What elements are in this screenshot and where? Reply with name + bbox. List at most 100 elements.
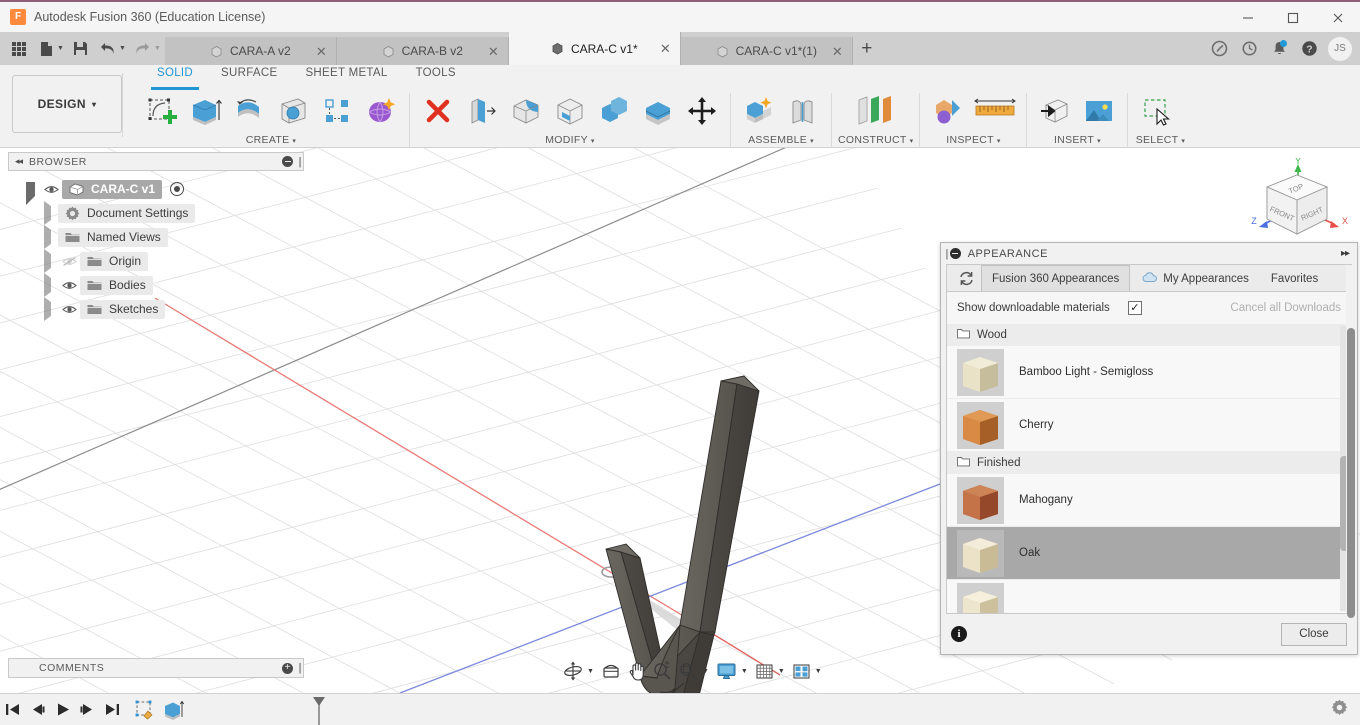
form-icon[interactable] <box>359 89 403 133</box>
dialog-expand-icon[interactable]: ▸▸ <box>1341 248 1357 259</box>
save-icon[interactable] <box>68 36 94 62</box>
offset-plane-icon[interactable] <box>844 89 908 133</box>
material-row-cherry[interactable]: Cherry <box>947 399 1351 452</box>
expand-arrow-icon[interactable] <box>26 182 40 205</box>
fillet-icon[interactable] <box>504 89 548 133</box>
recent-icon[interactable] <box>1234 32 1264 65</box>
redo-icon[interactable] <box>130 36 156 62</box>
chevron-down-icon[interactable]: ▾ <box>292 138 296 145</box>
expand-arrow-icon[interactable] <box>44 225 58 249</box>
chevron-down-icon[interactable]: ▾ <box>810 138 814 145</box>
timeline-step-back-icon[interactable] <box>25 697 50 723</box>
eye-icon[interactable] <box>58 280 80 291</box>
delete-icon[interactable] <box>416 89 460 133</box>
expand-arrow-icon[interactable] <box>44 297 58 321</box>
document-tab-close-icon[interactable]: ✕ <box>316 45 327 58</box>
undo-icon[interactable] <box>95 36 121 62</box>
appearance-tab-favorites[interactable]: Favorites <box>1260 265 1329 291</box>
material-row-partial[interactable] <box>947 580 1351 613</box>
material-row-mahogany[interactable]: Mahogany <box>947 474 1351 527</box>
orbit-icon[interactable] <box>560 658 586 684</box>
new-component-icon[interactable] <box>737 89 781 133</box>
dialog-grip-icon[interactable]: || <box>945 248 948 260</box>
hole-icon[interactable] <box>271 89 315 133</box>
chevron-down-icon[interactable]: ▾ <box>591 138 595 145</box>
timeline-play-icon[interactable] <box>50 697 75 723</box>
comments-panel[interactable]: COMMENTS + || <box>8 658 304 678</box>
rectangular-pattern-icon[interactable] <box>315 89 359 133</box>
document-tab-close-icon[interactable]: ✕ <box>660 42 671 55</box>
document-tab-close-icon[interactable]: ✕ <box>832 45 843 58</box>
fit-icon[interactable] <box>675 658 701 684</box>
ribbon-tab-solid[interactable]: SOLID <box>143 67 207 90</box>
add-comment-icon[interactable]: + <box>282 662 294 674</box>
timeline-jump-start-icon[interactable] <box>0 697 25 723</box>
document-tab-0[interactable]: CARA-A v2 ✕ <box>164 37 337 65</box>
select-window-icon[interactable] <box>1134 89 1186 133</box>
info-icon[interactable]: i <box>951 626 967 642</box>
appearance-title-bar[interactable]: || APPEARANCE ▸▸ <box>941 243 1357 264</box>
appearance-tab-my-appearances[interactable]: My Appearances <box>1130 265 1260 291</box>
canvas-image-icon[interactable] <box>1077 89 1121 133</box>
material-row-bamboo-light-semigloss[interactable]: Bamboo Light - Semigloss <box>947 346 1351 399</box>
browser-minimize-icon[interactable] <box>282 156 294 167</box>
document-tab-close-icon[interactable]: ✕ <box>488 45 499 58</box>
gear-icon[interactable] <box>1331 699 1348 721</box>
browser-grip-icon[interactable]: || <box>298 156 301 168</box>
chevron-down-icon[interactable]: ▾ <box>1097 138 1101 145</box>
viewports-icon[interactable] <box>789 658 814 684</box>
display-settings-icon[interactable] <box>713 658 740 684</box>
document-tab-2[interactable]: CARA-C v1* ✕ <box>508 32 681 65</box>
browser-item-pill[interactable]: Sketches <box>80 299 166 319</box>
ribbon-tab-surface[interactable]: SURFACE <box>207 67 291 87</box>
offset-face-icon[interactable] <box>636 89 680 133</box>
ribbon-tab-sheet-metal[interactable]: SHEET METAL <box>291 67 401 87</box>
expand-arrow-icon[interactable] <box>44 201 58 225</box>
dialog-scroll-thumb[interactable] <box>1347 328 1355 618</box>
undo-caret-icon[interactable]: ▼ <box>119 45 126 52</box>
timeline-jump-end-icon[interactable] <box>100 697 125 723</box>
eye-icon[interactable] <box>58 304 80 315</box>
zoom-icon[interactable] <box>649 658 675 684</box>
create-sketch-icon[interactable] <box>139 89 183 133</box>
shell-icon[interactable] <box>548 89 592 133</box>
dialog-scrollbar[interactable] <box>1346 265 1356 618</box>
timeline-sketch-feature[interactable] <box>131 697 159 723</box>
expand-arrow-icon[interactable] <box>44 249 58 273</box>
material-group-header[interactable]: Finished <box>947 452 1351 474</box>
eye-off-icon[interactable] <box>58 256 80 267</box>
chevron-down-icon[interactable]: ▾ <box>910 138 914 145</box>
help-icon[interactable]: ? <box>1294 32 1324 65</box>
timeline-end-marker[interactable] <box>311 696 325 725</box>
redo-caret-icon[interactable]: ▼ <box>154 45 161 52</box>
grid-snaps-icon[interactable] <box>752 658 777 684</box>
collapse-icon[interactable]: ◂◂ <box>15 156 23 167</box>
press-pull-icon[interactable] <box>460 89 504 133</box>
fit-caret-icon[interactable]: ▼ <box>702 668 709 675</box>
grid-snaps-caret-icon[interactable]: ▼ <box>778 668 785 675</box>
timeline-extrude-feature[interactable] <box>159 697 187 723</box>
activate-component-icon[interactable] <box>170 182 185 196</box>
orbit-caret-icon[interactable]: ▼ <box>587 668 594 675</box>
new-document-icon[interactable] <box>33 36 59 62</box>
material-row-oak[interactable]: Oak <box>947 527 1351 580</box>
workspace-switcher-button[interactable]: DESIGN ▾ <box>12 75 122 133</box>
combine-icon[interactable] <box>592 89 636 133</box>
appearance-tab-fusion-360[interactable]: Fusion 360 Appearances <box>981 265 1131 291</box>
close-button[interactable] <box>1315 2 1360 34</box>
view-cube[interactable]: Y Z X TOP FRONT RIGHT <box>1242 156 1352 253</box>
dialog-minimize-icon[interactable] <box>949 248 961 259</box>
user-avatar[interactable]: JS <box>1328 36 1352 61</box>
expand-arrow-icon[interactable] <box>44 273 58 297</box>
browser-item-pill[interactable]: Bodies <box>80 275 153 295</box>
viewports-caret-icon[interactable]: ▼ <box>815 668 822 675</box>
appearance-material-list[interactable]: Wood Bamboo Light - Semigloss Cherry Fin… <box>947 324 1351 613</box>
job-status-icon[interactable] <box>1204 32 1234 65</box>
new-tab-button[interactable]: + <box>852 32 881 65</box>
eye-icon[interactable] <box>40 184 62 195</box>
ribbon-tab-tools[interactable]: TOOLS <box>402 67 470 87</box>
browser-root-pill[interactable]: CARA-C v1 <box>62 179 163 199</box>
refresh-icon[interactable] <box>951 265 981 291</box>
browser-item-named-views[interactable]: Named Views <box>8 225 304 249</box>
close-button[interactable]: Close <box>1281 622 1347 646</box>
